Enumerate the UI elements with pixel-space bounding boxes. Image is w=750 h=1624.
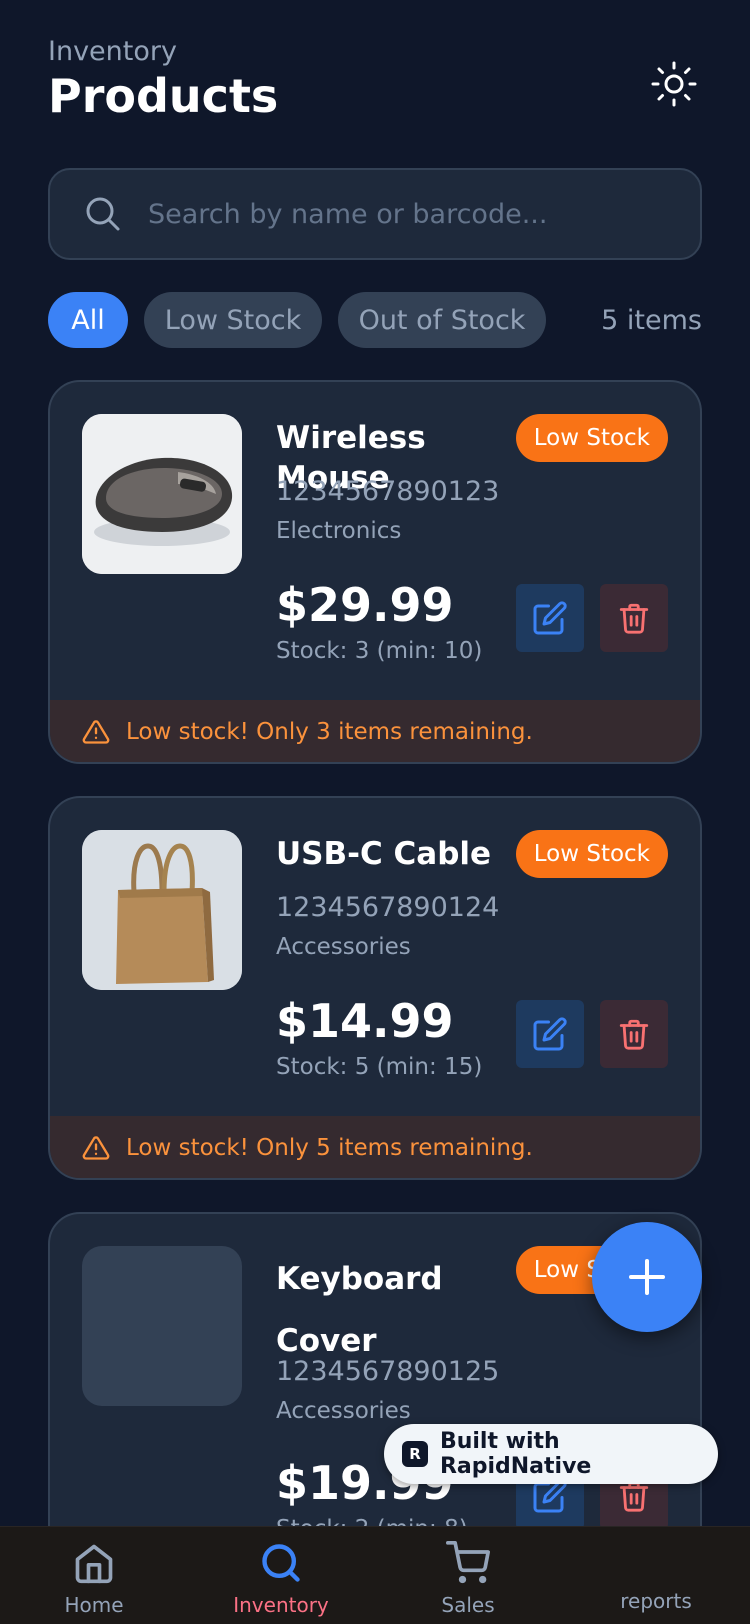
search-input[interactable] bbox=[148, 198, 668, 230]
filter-chip-out-of-stock[interactable]: Out of Stock bbox=[338, 292, 546, 348]
tab-label: Inventory bbox=[233, 1593, 329, 1617]
filter-chip-all[interactable]: All bbox=[48, 292, 128, 348]
search-bar bbox=[48, 168, 702, 260]
product-image-mouse bbox=[82, 414, 242, 574]
page-header: Inventory Products bbox=[48, 36, 278, 123]
edit-button[interactable] bbox=[516, 584, 584, 652]
tab-inventory[interactable]: Inventory bbox=[211, 1541, 351, 1617]
tab-reports[interactable]: reports bbox=[586, 1541, 726, 1613]
product-stock: Stock: 3 (min: 10) bbox=[276, 638, 483, 664]
home-icon bbox=[75, 1544, 113, 1584]
trash-icon bbox=[619, 1481, 649, 1512]
warning-text: Low stock! Only 3 items remaining. bbox=[126, 719, 533, 745]
product-price: $14.99 bbox=[276, 994, 454, 1048]
search-icon bbox=[86, 197, 120, 231]
product-category: Accessories bbox=[276, 1398, 411, 1424]
item-count: 5 items bbox=[601, 304, 702, 336]
tab-sales[interactable]: Sales bbox=[398, 1541, 538, 1617]
low-stock-warning: Low stock! Only 3 items remaining. bbox=[50, 700, 700, 762]
cart-icon bbox=[446, 1541, 490, 1584]
product-name: Keyboard Cover bbox=[276, 1261, 443, 1359]
product-barcode: 1234567890125 bbox=[276, 1356, 500, 1387]
page-subtitle: Inventory bbox=[48, 36, 177, 67]
search-icon bbox=[262, 1544, 300, 1582]
product-stock: Stock: 5 (min: 15) bbox=[276, 1054, 483, 1080]
sun-icon bbox=[651, 61, 697, 107]
tab-label: Sales bbox=[441, 1593, 495, 1617]
built-with-label: Built with RapidNative bbox=[439, 1429, 592, 1479]
product-card[interactable]: USB-C Cable Low Stock 1234567890124 Acce… bbox=[48, 796, 702, 1180]
page-title: Products bbox=[48, 69, 279, 123]
low-stock-warning: Low stock! Only 5 items remaining. bbox=[50, 1116, 700, 1178]
edit-button[interactable] bbox=[516, 1000, 584, 1068]
tab-label: reports bbox=[620, 1589, 692, 1613]
status-badge: Low Stock bbox=[515, 830, 668, 878]
trash-icon bbox=[619, 1019, 649, 1050]
warning-icon bbox=[82, 720, 110, 744]
delete-button[interactable] bbox=[600, 584, 668, 652]
edit-icon bbox=[533, 601, 567, 635]
delete-button[interactable] bbox=[600, 1000, 668, 1068]
filter-chip-low-stock[interactable]: Low Stock bbox=[144, 292, 322, 348]
rapidnative-logo-icon: R bbox=[402, 1441, 428, 1467]
filter-bar: All Low Stock Out of Stock 5 items bbox=[48, 292, 702, 348]
product-image-placeholder bbox=[82, 1246, 242, 1406]
product-barcode: 1234567890123 bbox=[276, 476, 500, 507]
tab-home[interactable]: Home bbox=[24, 1541, 164, 1617]
plus-icon bbox=[629, 1259, 665, 1295]
edit-icon bbox=[533, 1017, 567, 1051]
add-product-button[interactable] bbox=[592, 1222, 702, 1332]
chart-icon bbox=[586, 1541, 726, 1585]
status-badge: Low Stock bbox=[515, 414, 668, 462]
product-category: Electronics bbox=[276, 518, 402, 544]
product-category: Accessories bbox=[276, 934, 411, 960]
product-barcode: 1234567890124 bbox=[276, 892, 500, 923]
theme-toggle-button[interactable] bbox=[650, 60, 698, 108]
product-image-bag bbox=[82, 830, 242, 990]
product-price: $29.99 bbox=[276, 578, 454, 632]
built-with-badge[interactable]: R Built with RapidNative bbox=[384, 1424, 718, 1484]
product-name: USB-C Cable bbox=[276, 836, 492, 872]
trash-icon bbox=[619, 603, 649, 634]
bottom-tab-bar: Home Inventory Sales reports bbox=[0, 1526, 750, 1624]
warning-text: Low stock! Only 5 items remaining. bbox=[126, 1135, 533, 1161]
tab-label: Home bbox=[64, 1593, 124, 1617]
warning-icon bbox=[82, 1136, 110, 1160]
product-card[interactable]: Wireless Mouse Low Stock 1234567890123 E… bbox=[48, 380, 702, 764]
